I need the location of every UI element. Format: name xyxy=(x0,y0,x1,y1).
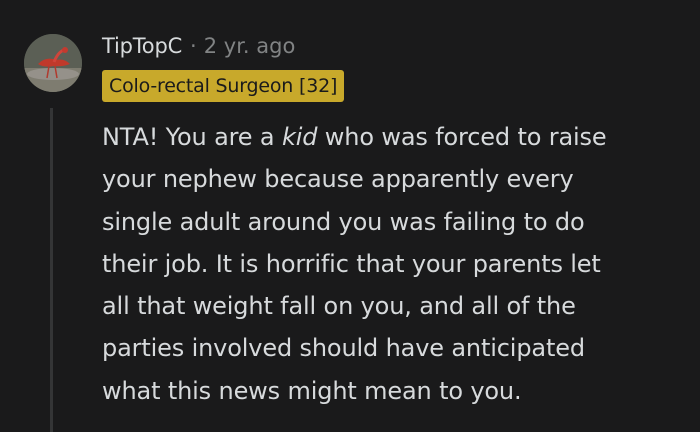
thread-line[interactable] xyxy=(50,108,53,432)
comment-body-line: parties involved should have anticipated xyxy=(102,334,585,363)
comment-body-text: who was forced to raise xyxy=(317,123,607,151)
comment-body-line: your nephew because apparently every xyxy=(102,165,574,194)
comment-body: NTA! You are a kid who was forced to rai… xyxy=(102,116,692,412)
avatar[interactable] xyxy=(24,34,82,92)
user-flair: Colo-rectal Surgeon [32] xyxy=(102,70,345,102)
comment-body-emphasis: kid xyxy=(281,123,318,151)
comment-body-text: NTA! You are a xyxy=(102,123,282,151)
user-flair-label: Colo-rectal Surgeon [32] xyxy=(109,75,338,97)
author-username[interactable]: TipTopC xyxy=(102,34,182,58)
comment-body-line: NTA! You are a kid who was forced to rai… xyxy=(102,116,692,158)
comment-body-line: all that weight fall on you, and all of … xyxy=(102,292,576,321)
comment-meta: TipTopC · 2 yr. ago xyxy=(102,31,295,61)
comment: TipTopC · 2 yr. ago Colo-rectal Surgeon … xyxy=(0,0,700,432)
comment-body-line: their job. It is horrific that your pare… xyxy=(102,249,601,278)
comment-body-line: what this news might mean to you. xyxy=(102,376,522,405)
timestamp[interactable]: 2 yr. ago xyxy=(204,34,296,58)
comment-body-line: single adult around you was failing to d… xyxy=(102,207,585,236)
bird-photo-icon xyxy=(24,34,82,92)
meta-separator: · xyxy=(190,34,197,58)
